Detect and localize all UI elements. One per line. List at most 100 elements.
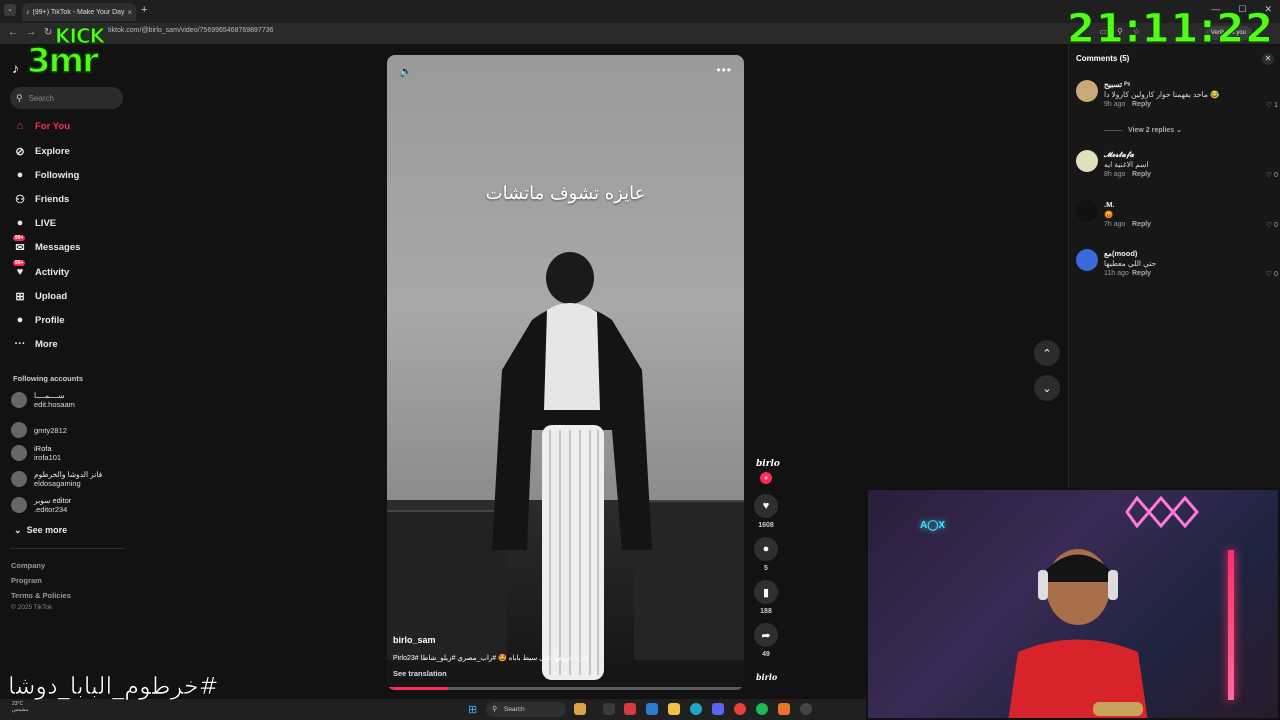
windows-start-icon[interactable]: ⊞ [468,703,477,716]
see-translation-link[interactable]: See translation [393,669,447,678]
reply-button[interactable]: Reply [1132,221,1151,228]
search-placeholder: Search [28,93,54,103]
view-replies-button[interactable]: View 2 replies ⌄ [1104,126,1182,134]
account-name: iRofa [34,444,52,453]
comment-username[interactable]: تسبيح ᴾˢ [1104,80,1130,89]
sidebar-item-friends[interactable]: ⚇ Friends [12,191,69,207]
sidebar-item-live[interactable]: ● LIVE [12,215,56,231]
following-account[interactable]: ســــمــــا edit.hosaam [11,389,75,411]
close-comments-icon[interactable]: ✕ [1262,53,1274,65]
task-view-icon[interactable] [603,703,615,715]
following-account[interactable]: سوبر editor .editor234 [11,494,71,516]
video-player[interactable]: عايزه تشوف ماتشات 🔈 ••• birlo_sam الولد … [387,55,744,690]
stream-clock: 21:11:22 [1067,6,1274,53]
footer-link-company[interactable]: Company [11,561,45,570]
footer-link-program[interactable]: Program [11,576,42,585]
music-disc[interactable]: birlo [756,672,777,682]
kick-logo-bottom: 3mr [26,40,99,82]
account-names: gmty2812 [34,426,67,435]
chrome-icon[interactable] [734,703,746,715]
kick-logo: KICK 3mr [26,24,117,82]
comment-text: ماحد يفهمنا حوار كارولين كارولا دا 😂 [1104,90,1220,99]
comment-username[interactable]: .M. [1104,200,1114,209]
new-tab-icon[interactable]: + [141,4,147,16]
taskbar-app-icon[interactable] [778,703,790,715]
taskbar-app-icon[interactable] [574,703,586,715]
comment-time: 7h ago [1104,221,1126,228]
see-more-button[interactable]: ⌄ See more [14,525,67,536]
tab-close-icon[interactable]: × [127,8,132,17]
outlook-icon[interactable] [646,703,658,715]
account-name: سوبر editor [34,496,72,505]
creator-avatar[interactable]: birlo [756,459,780,469]
sidebar-item-messages[interactable]: ✉ 99+ Messages [12,235,80,255]
comment-like-button[interactable]: ♡ 0 [1266,171,1278,179]
reply-button[interactable]: Reply [1132,171,1151,178]
search-input[interactable]: ⚲ Search [10,87,123,109]
clock-app-icon[interactable] [800,703,812,715]
tiktok-favicon-icon: ♪ [26,8,30,16]
footer-link-terms[interactable]: Terms & Policies [11,591,71,600]
avatar [11,445,27,461]
comment-username[interactable]: 𝓜𝓸𝓼𝓽𝓪𝓯𝓪 [1104,150,1134,160]
account-handle: .editor234 [34,505,68,514]
following-account[interactable]: gmty2812 [11,419,67,441]
discord-icon[interactable] [712,703,724,715]
sidebar-item-more[interactable]: ··· More [12,336,58,352]
copyright: © 2025 TikTok [11,604,53,611]
share-icon[interactable]: ➦ [754,623,778,647]
live-avatar-icon: ● [16,217,24,229]
reply-button[interactable]: Reply [1132,270,1151,277]
comment-like-button[interactable]: ♡ 1 [1266,101,1278,109]
video-author[interactable]: birlo_sam [393,635,436,645]
sidebar-item-activity[interactable]: ♥ 99+ Activity [12,260,70,280]
comment-like-button[interactable]: ♡ 0 [1266,221,1278,229]
sidebar-item-upload[interactable]: ⊞ Upload [12,288,67,304]
video-progress-bar[interactable] [387,687,744,690]
spotify-icon[interactable] [756,703,768,715]
sidebar-item-label: Activity [35,266,70,278]
avatar[interactable] [1076,150,1098,172]
follow-plus-icon[interactable]: + [760,472,772,484]
weather-widget[interactable]: 23°C مشمس [12,701,28,713]
video-overlay-text: عايزه تشوف ماتشات [485,183,646,204]
sidebar-item-explore[interactable]: ⊘ Explore [12,143,69,159]
comment-item: .M. 😡 7h ago Reply ♡ 0 [1076,200,1278,240]
like-icon[interactable]: ♥ [754,494,778,518]
sidebar-item-label: Profile [35,314,65,326]
search-icon: ⚲ [16,92,23,103]
notification-badge: 99+ [13,235,26,241]
bookmark-icon[interactable]: ▮ [754,580,778,604]
comment-icon[interactable]: ● [754,537,778,561]
comment-username[interactable]: مع(mood) [1104,249,1137,258]
webcam-overlay: A◯X [866,488,1280,720]
sidebar-item-profile[interactable]: ● Profile [12,312,65,328]
edge-icon[interactable] [690,703,702,715]
browser-tab-tiktok[interactable]: ♪ (99+) TikTok - Make Your Day × [22,3,136,21]
avatar[interactable] [1076,200,1098,222]
next-video-icon[interactable]: ⌄ [1034,375,1060,401]
url-field[interactable]: tiktok.com/@birlo_sam/video/756996546876… [108,27,274,34]
back-icon[interactable]: ← [8,27,18,38]
replies-line [1104,129,1122,131]
comment-like-button[interactable]: ♡ 0 [1266,270,1278,278]
avatar[interactable] [1076,249,1098,271]
comment-like-count: 1 [1274,102,1278,109]
taskbar-search[interactable]: ⚲ Search [486,702,566,717]
taskbar-search-label: Search [504,706,525,713]
following-account[interactable]: iRofa irofa101 [11,442,61,464]
taskbar-app-icon[interactable] [624,703,636,715]
tiktok-logo-icon[interactable]: ♪ [12,60,19,76]
more-options-icon[interactable]: ••• [716,63,732,77]
following-account[interactable]: فانز الدوشا والخرطوم eldosagaming [11,468,102,490]
volume-icon[interactable]: 🔈 [399,65,413,78]
reply-button[interactable]: Reply [1132,101,1151,108]
tab-list-icon[interactable]: ⌄ [4,4,16,16]
previous-video-icon[interactable]: ⌃ [1034,340,1060,366]
sidebar-item-following[interactable]: ● Following [12,167,80,183]
screen: ⌄ ♪ (99+) TikTok - Make Your Day × + — ☐… [0,0,1280,720]
avatar[interactable] [1076,80,1098,102]
sidebar-item-for-you[interactable]: ⌂ For You [12,118,70,134]
sidebar-item-label: Friends [35,193,70,205]
file-explorer-icon[interactable] [668,703,680,715]
